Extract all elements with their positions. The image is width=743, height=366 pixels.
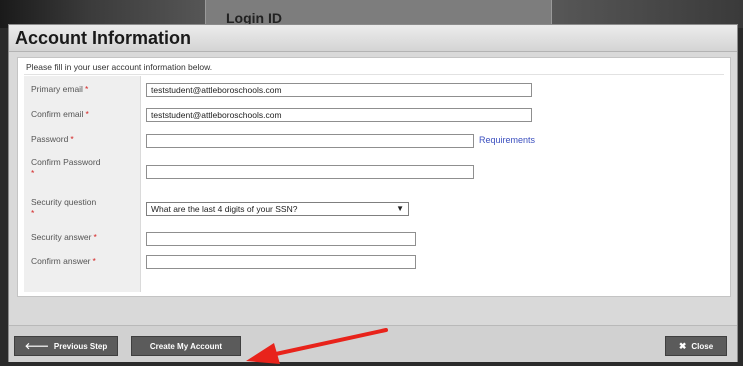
previous-step-button[interactable]: 🡐 Previous Step bbox=[14, 336, 118, 356]
confirm-email-label: Confirm email * bbox=[31, 109, 141, 120]
security-answer-label-text: Security answer bbox=[31, 232, 92, 242]
confirm-password-label: Confirm Password * bbox=[31, 157, 141, 179]
required-marker: * bbox=[84, 84, 89, 94]
create-my-account-label: Create My Account bbox=[149, 341, 223, 351]
security-question-select[interactable]: What are the last 4 digits of your SSN? … bbox=[146, 202, 409, 216]
security-question-selected: What are the last 4 digits of your SSN? bbox=[151, 204, 298, 214]
password-label: Password * bbox=[31, 134, 141, 145]
close-button[interactable]: ✖ Close bbox=[665, 336, 727, 356]
confirm-email-label-text: Confirm email bbox=[31, 109, 84, 119]
required-marker: * bbox=[85, 109, 89, 119]
create-my-account-button[interactable]: Create My Account bbox=[131, 336, 241, 356]
chevron-down-icon: ▼ bbox=[396, 204, 404, 213]
requirements-link[interactable]: Requirements bbox=[479, 135, 535, 145]
x-icon: ✖ bbox=[678, 340, 687, 351]
previous-step-label: Previous Step bbox=[53, 341, 108, 351]
required-marker: * bbox=[92, 256, 96, 266]
account-form: Please fill in your user account informa… bbox=[17, 57, 731, 297]
confirm-password-label-text: Confirm Password bbox=[31, 157, 101, 167]
confirm-answer-label: Confirm answer * bbox=[31, 256, 141, 267]
required-marker: * bbox=[31, 208, 35, 218]
password-field[interactable] bbox=[146, 134, 474, 148]
confirm-answer-label-text: Confirm answer bbox=[31, 256, 91, 266]
dialog-footer: 🡐 Previous Step Create My Account ✖ Clos… bbox=[9, 325, 737, 362]
primary-email-field[interactable] bbox=[146, 83, 532, 97]
form-instructions: Please fill in your user account informa… bbox=[26, 62, 213, 72]
security-question-label-text: Security question bbox=[31, 197, 97, 207]
confirm-password-field[interactable] bbox=[146, 165, 474, 179]
divider bbox=[24, 74, 724, 75]
required-marker: * bbox=[93, 232, 97, 242]
dialog-title-bar: Account Information bbox=[9, 25, 737, 52]
required-marker: * bbox=[70, 134, 74, 144]
security-question-label: Security question * bbox=[31, 197, 141, 219]
primary-email-label: Primary email * bbox=[31, 84, 141, 95]
password-label-text: Password bbox=[31, 134, 69, 144]
account-information-dialog: Account Information Please fill in your … bbox=[8, 24, 738, 362]
confirm-email-field[interactable] bbox=[146, 108, 532, 122]
primary-email-label-text: Primary email bbox=[31, 84, 83, 94]
confirm-answer-field[interactable] bbox=[146, 255, 416, 269]
security-answer-label: Security answer * bbox=[31, 232, 141, 243]
arrow-left-icon: 🡐 bbox=[24, 340, 49, 351]
required-marker: * bbox=[31, 168, 35, 178]
dialog-title: Account Information bbox=[15, 28, 191, 48]
close-label: Close bbox=[691, 341, 714, 351]
security-answer-field[interactable] bbox=[146, 232, 416, 246]
